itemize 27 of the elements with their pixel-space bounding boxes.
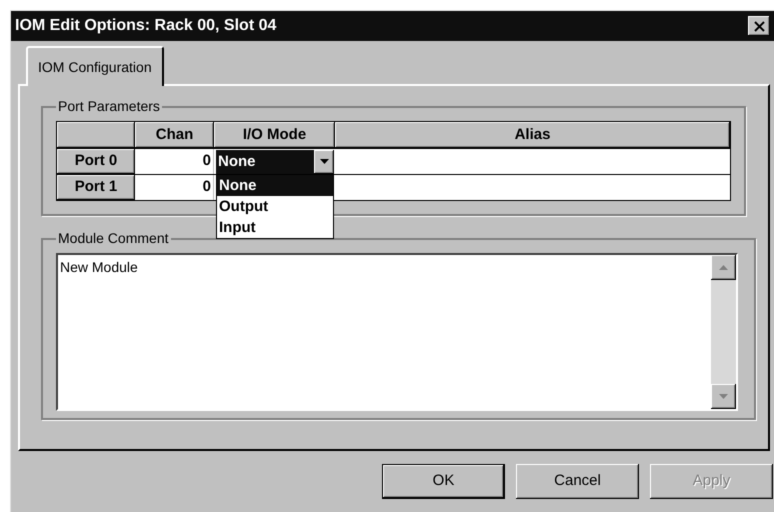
caret-icon [320,159,328,164]
dropdown-option[interactable]: Input [217,217,333,238]
column-header: Chan [135,122,214,148]
table-cell: 0 [135,149,214,174]
scrollbar[interactable] [711,255,736,409]
close-button[interactable] [748,16,770,36]
comment-field[interactable]: New Module [56,253,738,411]
group-title: Module Comment [57,229,170,248]
dialog-button[interactable]: Cancel [516,464,639,499]
table-cell: 0 [135,175,214,200]
dropdown-option[interactable]: Output [217,196,333,217]
dialog-button[interactable]: OK [382,464,505,499]
scroll-down-button[interactable] [711,384,736,409]
up-arrow-icon [719,265,728,270]
column-header: I/O Mode [214,122,335,148]
scroll-up-button[interactable] [711,255,736,280]
dropdown-option[interactable]: None [217,175,333,196]
window-title: IOM Edit Options: Rack 00, Slot 04 [15,16,276,36]
column-header: Alias [335,122,730,148]
row-header: Port 1 [57,175,135,200]
tab[interactable]: IOM Configuration [26,46,164,86]
dropdown-button[interactable] [314,150,334,174]
mode-dropdown[interactable]: None [216,150,334,174]
row-header: Port 0 [57,149,135,174]
group-title: Port Parameters [57,97,161,116]
close-icon [754,20,764,32]
down-arrow-icon [719,394,728,399]
